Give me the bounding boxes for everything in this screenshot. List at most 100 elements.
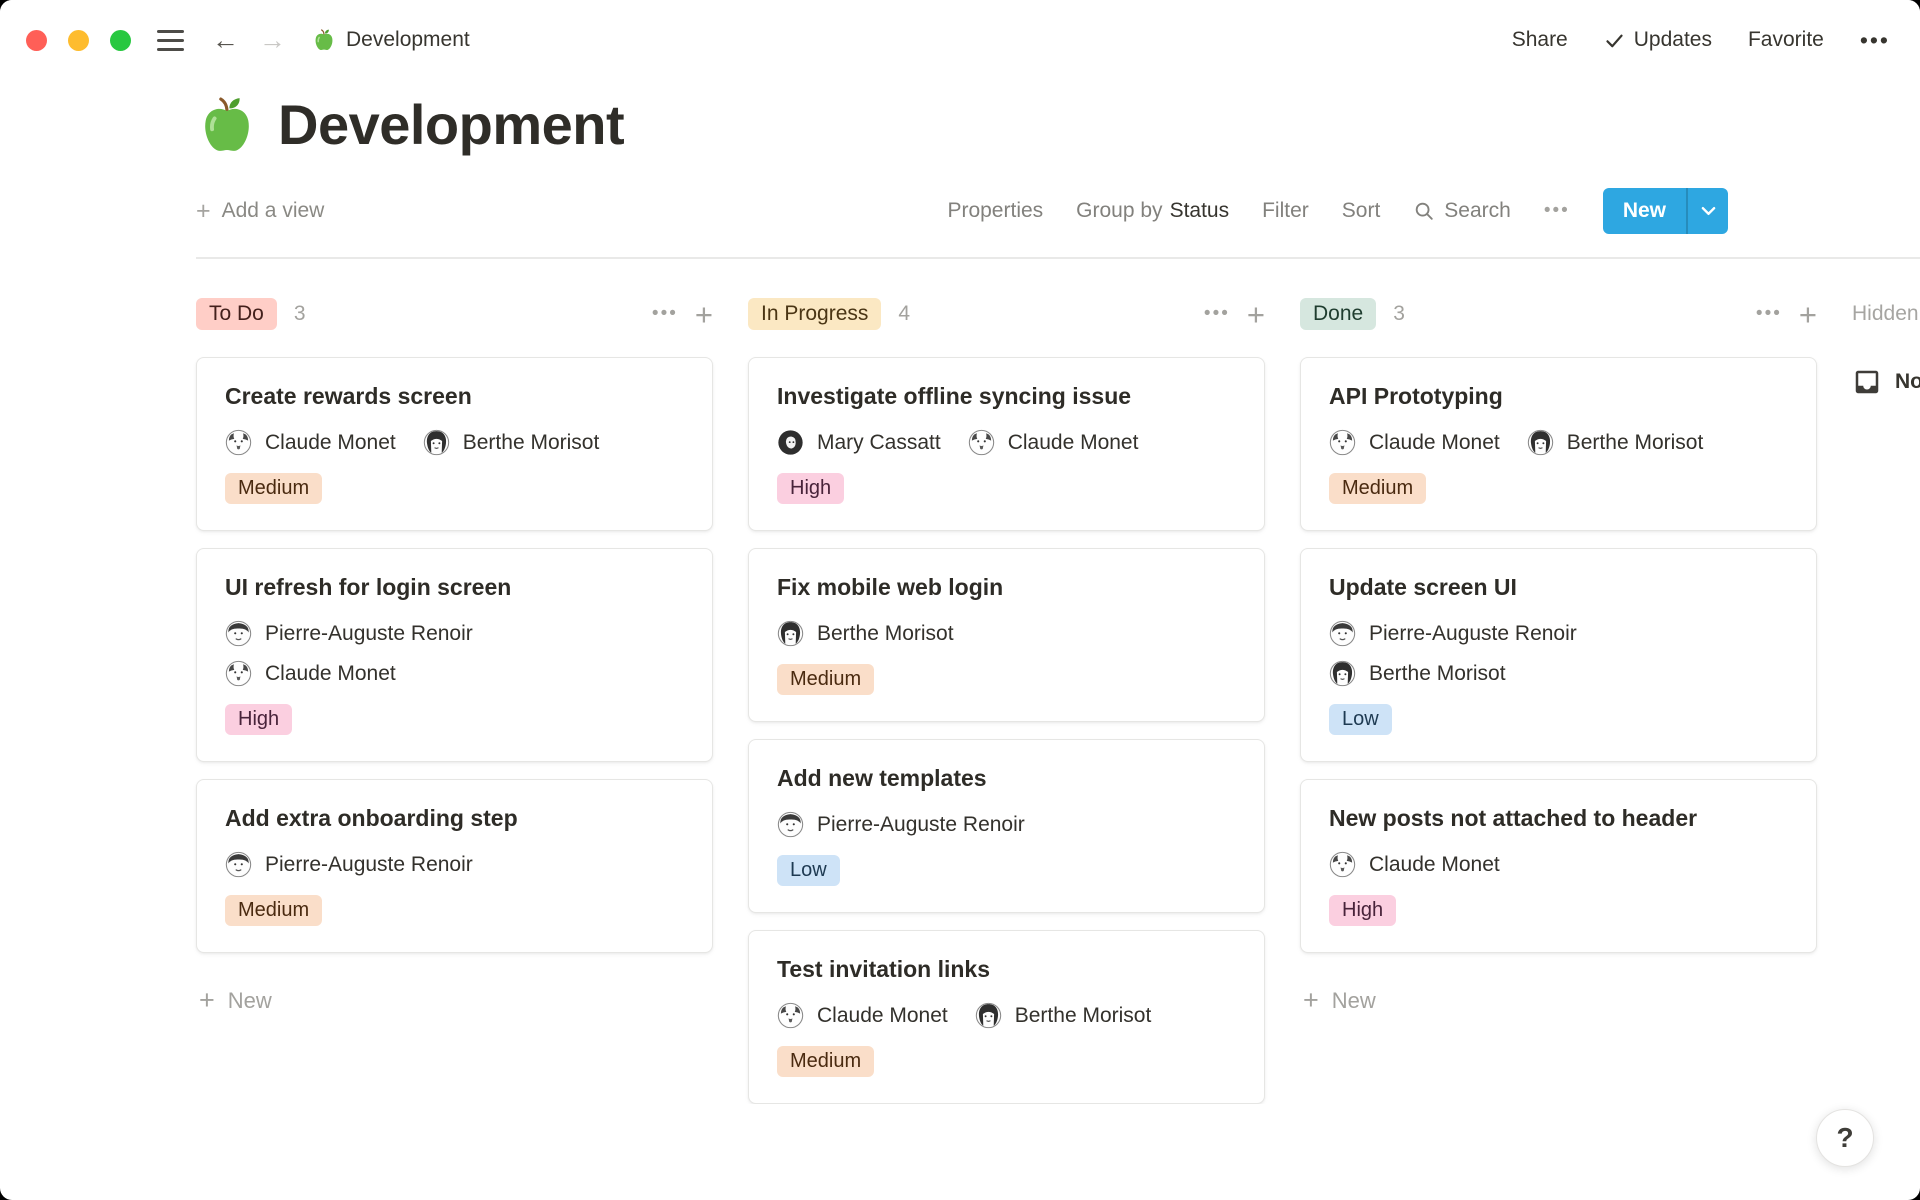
hidden-columns-toggle[interactable]: Hidden columns <box>1852 295 1920 333</box>
add-card-button[interactable]: + New <box>1300 985 1817 1016</box>
column-more-icon[interactable]: ••• <box>652 303 678 325</box>
assignee: Berthe Morisot <box>975 1002 1152 1029</box>
view-more-options-icon[interactable]: ••• <box>1544 200 1570 222</box>
avatar <box>225 429 252 456</box>
inbox-icon <box>1852 367 1882 397</box>
updates-button[interactable]: Updates <box>1604 28 1712 52</box>
titlebar-actions: Share Updates Favorite ••• <box>1512 27 1890 54</box>
search-label: Search <box>1444 199 1511 223</box>
assignee: Berthe Morisot <box>1329 660 1788 687</box>
properties-button[interactable]: Properties <box>947 199 1043 223</box>
assignee: Claude Monet <box>225 429 396 456</box>
assignee-name: Pierre-Auguste Renoir <box>265 853 473 877</box>
search-button[interactable]: Search <box>1413 199 1511 223</box>
task-card[interactable]: Investigate offline syncing issue Mary C… <box>748 357 1265 531</box>
status-badge: Done <box>1300 298 1376 330</box>
titlebar: ← → Development Share Updates Favorite •… <box>0 0 1920 80</box>
column-add-icon[interactable]: + <box>1799 299 1817 330</box>
task-card[interactable]: Add new templates Pierre-Auguste Renoir … <box>748 739 1265 913</box>
task-card[interactable]: Fix mobile web login Berthe Morisot Medi… <box>748 548 1265 722</box>
hidden-columns-section: Hidden columns No Status <box>1852 295 1920 397</box>
assignee-name: Claude Monet <box>1369 431 1500 455</box>
assignee: Berthe Morisot <box>423 429 600 456</box>
assignee: Claude Monet <box>225 660 684 687</box>
search-icon <box>1413 200 1435 222</box>
view-toolbar-actions: Properties Group by Status Filter Sort Se… <box>947 188 1728 234</box>
status-badge: In Progress <box>748 298 881 330</box>
column-add-icon[interactable]: + <box>695 299 713 330</box>
assignee-name: Berthe Morisot <box>1369 662 1506 686</box>
assignee-name: Berthe Morisot <box>817 622 954 646</box>
assignees: Mary Cassatt Claude Monet <box>777 429 1236 456</box>
new-button[interactable]: New <box>1603 188 1728 234</box>
task-card[interactable]: New posts not attached to header Claude … <box>1300 779 1817 953</box>
task-card[interactable]: Update screen UI Pierre-Auguste Renoir B… <box>1300 548 1817 762</box>
page-green-apple-icon[interactable] <box>196 94 258 156</box>
add-card-button[interactable]: + New <box>196 985 713 1016</box>
column-more-icon[interactable]: ••• <box>1204 303 1230 325</box>
task-card[interactable]: API Prototyping Claude Monet Berthe Mori… <box>1300 357 1817 531</box>
app-window: ← → Development Share Updates Favorite •… <box>0 0 1920 1200</box>
assignee-name: Berthe Morisot <box>1015 1004 1152 1028</box>
chevron-down-icon <box>1701 206 1716 216</box>
assignees: Pierre-Auguste Renoir Berthe Morisot <box>1329 620 1788 687</box>
assignee-name: Claude Monet <box>1369 853 1500 877</box>
avatar <box>975 1002 1002 1029</box>
check-icon <box>1604 30 1625 51</box>
card-title: Create rewards screen <box>225 383 684 410</box>
assignees: Claude Monet Berthe Morisot <box>1329 429 1788 456</box>
priority-badge: Medium <box>777 664 874 695</box>
add-view-button[interactable]: + Add a view <box>196 197 324 226</box>
column-add-icon[interactable]: + <box>1247 299 1265 330</box>
column-header: In Progress 4 ••• + <box>748 295 1265 333</box>
forward-arrow-icon[interactable]: → <box>259 27 286 54</box>
task-card[interactable]: Add extra onboarding step Pierre-Auguste… <box>196 779 713 953</box>
column-done: Done 3 ••• + API Prototyping Claude Mone… <box>1300 295 1817 1016</box>
sort-button[interactable]: Sort <box>1342 199 1381 223</box>
filter-button[interactable]: Filter <box>1262 199 1309 223</box>
group-by-label: Group by <box>1076 199 1162 222</box>
assignee: Pierre-Auguste Renoir <box>777 811 1236 838</box>
sidebar-menu-icon[interactable] <box>157 30 184 51</box>
assignees: Claude Monet <box>1329 851 1788 878</box>
favorite-button[interactable]: Favorite <box>1748 28 1824 52</box>
avatar <box>1527 429 1554 456</box>
traffic-lights <box>26 30 131 51</box>
new-button-label[interactable]: New <box>1603 188 1686 234</box>
card-count: 3 <box>1393 302 1405 326</box>
page-header: Development <box>196 92 1920 157</box>
assignee-name: Pierre-Auguste Renoir <box>1369 622 1577 646</box>
help-button[interactable]: ? <box>1816 1109 1874 1167</box>
assignees: Claude Monet Berthe Morisot <box>777 1002 1236 1029</box>
task-card[interactable]: UI refresh for login screen Pierre-Augus… <box>196 548 713 762</box>
breadcrumb[interactable]: Development <box>312 28 470 52</box>
new-button-dropdown[interactable] <box>1686 188 1728 234</box>
column-header: To Do 3 ••• + <box>196 295 713 333</box>
breadcrumb-title: Development <box>346 28 470 52</box>
priority-badge: Medium <box>225 895 322 926</box>
avatar <box>1329 620 1356 647</box>
column-to-do: To Do 3 ••• + Create rewards screen Clau… <box>196 295 713 1016</box>
task-card[interactable]: Create rewards screen Claude Monet Berth… <box>196 357 713 531</box>
group-by-value: Status <box>1170 199 1230 222</box>
hidden-column-no-status[interactable]: No Status <box>1852 367 1920 397</box>
assignee: Claude Monet <box>777 1002 948 1029</box>
avatar <box>1329 851 1356 878</box>
page-title[interactable]: Development <box>278 92 624 157</box>
share-button[interactable]: Share <box>1512 28 1568 52</box>
priority-badge: High <box>225 704 292 735</box>
zoom-window-button[interactable] <box>110 30 131 51</box>
back-arrow-icon[interactable]: ← <box>212 27 239 54</box>
column-more-icon[interactable]: ••• <box>1756 303 1782 325</box>
assignee: Pierre-Auguste Renoir <box>1329 620 1788 647</box>
more-options-icon[interactable]: ••• <box>1860 27 1890 54</box>
minimize-window-button[interactable] <box>68 30 89 51</box>
avatar <box>777 620 804 647</box>
assignee-name: Berthe Morisot <box>1567 431 1704 455</box>
hidden-column-name: No Status <box>1895 370 1920 394</box>
close-window-button[interactable] <box>26 30 47 51</box>
task-card[interactable]: Test invitation links Claude Monet Berth… <box>748 930 1265 1104</box>
group-by-button[interactable]: Group by Status <box>1076 199 1229 223</box>
assignee-name: Claude Monet <box>817 1004 948 1028</box>
card-title: API Prototyping <box>1329 383 1788 410</box>
